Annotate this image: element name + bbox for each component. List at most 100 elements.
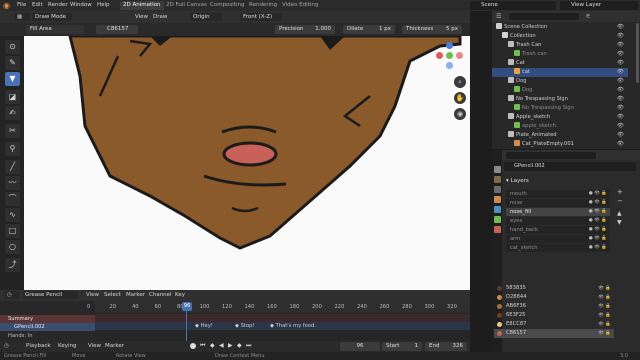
visibility-eye-icon[interactable]: 👁: [617, 131, 624, 140]
tool-tab-icon[interactable]: [494, 166, 501, 173]
fill-tool-icon[interactable]: ▼: [5, 72, 20, 86]
outliner-row[interactable]: Collection 👁: [492, 32, 628, 41]
menu-render[interactable]: Render: [48, 2, 68, 8]
record-icon[interactable]: [190, 343, 196, 349]
playbar-view-menu[interactable]: View: [88, 343, 101, 349]
layer-row[interactable]: nose ● 👁 🔒: [506, 199, 610, 207]
menu-window[interactable]: Window: [70, 2, 92, 8]
thickness-field[interactable]: Thickness 5 px: [402, 25, 462, 34]
view-layer-selector[interactable]: View Layer: [560, 1, 638, 10]
object-tab-icon[interactable]: [494, 196, 501, 203]
zoom-icon[interactable]: ⌕: [454, 76, 466, 88]
marker-stop[interactable]: ◆ Stop!: [235, 323, 255, 329]
visibility-eye-icon[interactable]: 👁: [617, 68, 624, 77]
object-name-field[interactable]: GPencil.002: [504, 162, 636, 171]
visibility-eye-icon[interactable]: 👁: [617, 50, 624, 59]
marker-hey[interactable]: ◆ Hey!: [195, 323, 213, 329]
filter-icon[interactable]: ⚟: [585, 13, 590, 20]
playbar-editor-icon[interactable]: ◷: [4, 343, 9, 349]
dilate-field[interactable]: Dilate 1 px: [343, 25, 395, 34]
timeline-marker-menu[interactable]: Marker: [126, 292, 145, 298]
layer-toggle-icons[interactable]: ● 👁 🔒: [589, 226, 607, 234]
arc-tool-icon[interactable]: ⌒: [5, 192, 20, 206]
outliner-row[interactable]: cat 👁: [492, 68, 628, 77]
outliner-row[interactable]: Plate_Animated 👁: [492, 131, 628, 140]
menu-file[interactable]: File: [17, 2, 26, 8]
material-toggle-icons[interactable]: 👁 🔒: [598, 329, 611, 338]
tool-name-field[interactable]: Fill Area: [26, 25, 84, 34]
layer-toggle-icons[interactable]: ● 👁 🔒: [589, 199, 607, 207]
outliner-row[interactable]: Trash can 👁: [492, 50, 628, 59]
outliner-row[interactable]: Cat 👁: [492, 59, 628, 68]
interpolate-tool-icon[interactable]: ⤴: [5, 258, 20, 272]
layer-toggle-icons[interactable]: ● 👁 🔒: [589, 208, 607, 216]
visibility-eye-icon[interactable]: 👁: [617, 41, 624, 50]
view-menu[interactable]: View: [135, 14, 148, 20]
play-reverse-icon[interactable]: ◀: [219, 342, 224, 349]
outliner-row[interactable]: Dog 👁: [492, 86, 628, 95]
gizmo-neg-x-axis-icon[interactable]: [456, 52, 463, 59]
layer-toggle-icons[interactable]: ● 👁 🔒: [589, 235, 607, 243]
add-layer-icon[interactable]: +: [617, 188, 623, 196]
blender-logo-icon[interactable]: ◉: [3, 1, 12, 10]
gizmo-x-axis-icon[interactable]: [436, 52, 443, 59]
scene-selector[interactable]: Scene: [470, 1, 556, 10]
origin-dropdown[interactable]: Origin: [190, 13, 222, 21]
outliner-row[interactable]: Scene Collection 👁: [492, 23, 628, 32]
workspace-tab-2d-animation[interactable]: 2D Animation: [120, 1, 164, 10]
remove-layer-icon[interactable]: −: [617, 197, 623, 205]
material-toggle-icons[interactable]: 👁 🔒: [598, 311, 611, 320]
outliner-row[interactable]: Dog 👁: [492, 77, 628, 86]
data-tab-icon[interactable]: [494, 216, 501, 223]
timeline-view-menu[interactable]: View: [86, 292, 99, 298]
select-cursor-icon[interactable]: ⊙: [5, 40, 20, 54]
material-toggle-icons[interactable]: 👁 🔒: [598, 293, 611, 302]
outliner-row[interactable]: No Trespassing Sign 👁: [492, 104, 628, 113]
visibility-eye-icon[interactable]: 👁: [617, 122, 624, 131]
material-tab-icon[interactable]: [494, 226, 501, 233]
timeline-ruler[interactable]: 0 20 40 60 80 100 120 140 160 180 200 220 240 260 280 3…: [87, 301, 470, 313]
view-plane-dropdown[interactable]: Front (X-Z): [240, 13, 282, 21]
channel-gpencil[interactable]: GPencil.002: [0, 323, 95, 331]
layer-row[interactable]: eyes ● 👁 🔒: [506, 217, 610, 225]
jump-end-icon[interactable]: ⏭: [246, 342, 251, 350]
erase-tool-icon[interactable]: ◪: [5, 90, 20, 104]
visibility-eye-icon[interactable]: 👁: [617, 86, 624, 95]
visibility-eye-icon[interactable]: 👁: [617, 32, 624, 41]
timeline-mode-dropdown[interactable]: Grease Pencil: [22, 291, 78, 299]
mode-dropdown[interactable]: Draw Mode: [32, 13, 72, 21]
playbar-marker-menu[interactable]: Marker: [105, 343, 124, 349]
timeline-select-menu[interactable]: Select: [104, 292, 121, 298]
precision-field[interactable]: Precision 1.000: [275, 25, 335, 34]
circle-tool-icon[interactable]: ○: [5, 240, 20, 254]
marker-thats-my-food[interactable]: ◆ That's my food.: [270, 323, 316, 329]
material-row[interactable]: AB6F36 👁 🔒: [494, 302, 614, 311]
line-tool-icon[interactable]: ╱: [5, 160, 20, 174]
layers-section-title[interactable]: ▾ Layers: [506, 178, 529, 184]
draw-menu[interactable]: Draw: [153, 14, 167, 20]
draw-tool-icon[interactable]: ✎: [5, 56, 20, 70]
viewport-canvas[interactable]: ⌕ ✋ ◉: [0, 36, 470, 290]
timeline-key-menu[interactable]: Key: [175, 292, 185, 298]
workspace-tab-rendering[interactable]: Rendering: [246, 1, 280, 10]
outliner-row[interactable]: No Trespassing Sign 👁: [492, 95, 628, 104]
move-layer-down-icon[interactable]: ▼: [617, 219, 622, 226]
material-toggle-icons[interactable]: 👁 🔒: [598, 320, 611, 329]
layer-row[interactable]: nose_fill ● 👁 🔒: [506, 208, 610, 216]
modifier-tab-icon[interactable]: [494, 206, 501, 213]
material-row[interactable]: 583835 👁 🔒: [494, 284, 614, 293]
visibility-eye-icon[interactable]: 👁: [617, 113, 624, 122]
outliner-row[interactable]: Apple_sketch 👁: [492, 113, 628, 122]
channel-summary[interactable]: Summary: [0, 315, 95, 323]
curve-tool-icon[interactable]: ∿: [5, 208, 20, 222]
material-field[interactable]: C86157: [96, 25, 138, 34]
timeline-channel-menu[interactable]: Channel: [149, 292, 172, 298]
workspace-tab-video-editing[interactable]: Video Editing: [279, 1, 321, 10]
gizmo-y-axis-icon[interactable]: [446, 52, 453, 59]
material-row[interactable]: E8CC87 👁 🔒: [494, 320, 614, 329]
next-keyframe-icon[interactable]: ◆: [237, 342, 242, 349]
editor-type-icon[interactable]: ▦: [14, 13, 30, 21]
output-tab-icon[interactable]: [494, 186, 501, 193]
gizmo-z-axis-icon[interactable]: [446, 42, 453, 49]
visibility-eye-icon[interactable]: 👁: [617, 95, 624, 104]
